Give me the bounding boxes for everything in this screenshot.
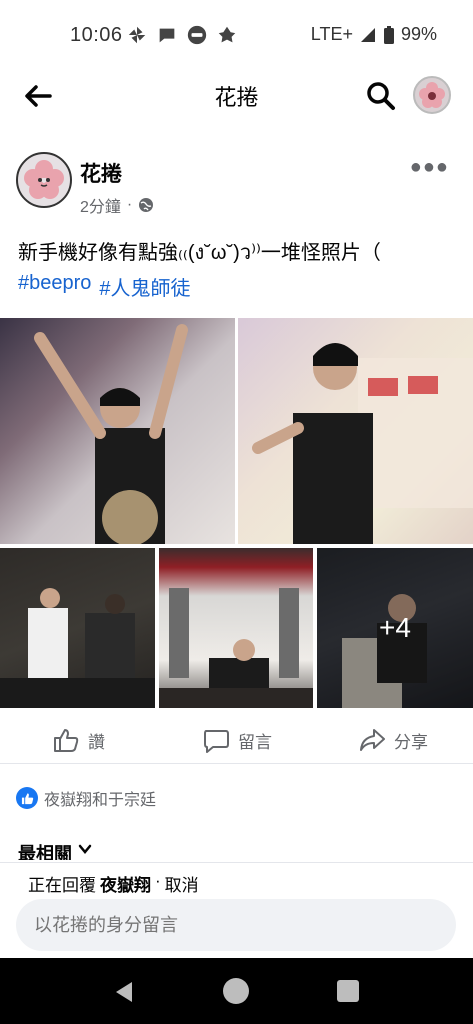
status-right: LTE+ 99% [311,24,437,45]
reactions-names: 夜嶽翔和于宗廷 [44,792,157,809]
hashtag-link[interactable]: #人鬼師徒 [99,272,190,301]
post-photo-more[interactable]: +4 [317,548,473,708]
reply-separator: · [155,871,161,890]
signal-icon [360,27,375,42]
post-time[interactable]: 2分鐘 [80,193,121,217]
share-label: 分享 [394,732,428,752]
profile-avatar-button[interactable] [413,76,451,114]
post-photo[interactable] [238,318,473,544]
system-nav-bar [0,958,473,1024]
comment-label: 留言 [238,732,272,752]
actions-bar: 讚 留言 分享 [0,718,473,764]
battery-percent: 99% [400,24,437,44]
comment-sort-dropdown[interactable]: 最相關 [18,840,94,860]
cancel-reply-link[interactable]: 取消 [165,871,199,896]
reply-info: 正在回覆 夜嶽翔 · 取消 [28,871,199,896]
search-icon[interactable] [363,78,399,114]
post-photo[interactable] [0,548,155,708]
share-button[interactable]: 分享 [358,726,428,754]
reply-prefix: 正在回覆 [28,876,96,895]
nav-recents-icon[interactable] [337,980,359,1002]
like-button[interactable]: 讚 [52,726,105,754]
author-name[interactable]: 花捲 [80,158,122,188]
notification-icons [126,24,238,46]
hashtag-link[interactable]: #beepro [18,272,91,301]
chevron-down-icon [78,844,92,854]
like-reaction-icon [16,787,38,809]
reply-target-name: 夜嶽翔 [100,876,151,895]
share-arrow-icon [360,729,385,751]
pinwheel-icon [128,26,146,44]
leaf-icon [218,26,236,43]
post-photo[interactable] [159,548,313,708]
comment-input[interactable] [16,899,456,951]
app-bar: 花捲 [0,72,473,118]
network-label: LTE+ [310,24,353,44]
post-text: 新手機好像有點強₍₍(ง˘ω˘)ว⁾⁾一堆怪照片（ [18,242,381,264]
photo-grid: +4 [0,318,473,708]
globe-icon [139,198,154,212]
thumbs-up-icon [54,729,79,752]
comment-button[interactable]: 留言 [202,726,272,754]
nav-home-icon[interactable] [223,978,249,1004]
page-title: 花捲 [214,85,259,110]
nav-back-icon[interactable] [110,978,138,1006]
more-options-icon[interactable]: ●●● [410,156,449,179]
reactions-summary[interactable]: 夜嶽翔和于宗廷 [16,786,156,810]
post-header: 花捲 2分鐘 · ●●● [0,150,473,220]
meta-separator: · [126,196,133,213]
line-app-icon [187,25,207,45]
like-label: 讚 [88,732,105,752]
flower-avatar-icon [419,82,445,108]
chat-bubble-icon [159,28,175,43]
status-bar: 10:06 LTE+ 99% [0,0,473,72]
more-photos-count: +4 [317,548,473,708]
sort-label-text: 最相關 [18,844,72,860]
post-meta: 2分鐘 · [80,193,154,217]
comment-bubble-icon [204,730,229,753]
battery-icon [383,25,394,44]
author-avatar[interactable] [16,152,72,208]
reply-bar: 正在回覆 夜嶽翔 · 取消 [0,862,473,958]
status-time: 10:06 [70,24,123,46]
flower-avatar-icon [24,160,64,199]
post-photo[interactable] [0,318,235,544]
hashtags: #beepro #人鬼師徒 [18,272,191,301]
